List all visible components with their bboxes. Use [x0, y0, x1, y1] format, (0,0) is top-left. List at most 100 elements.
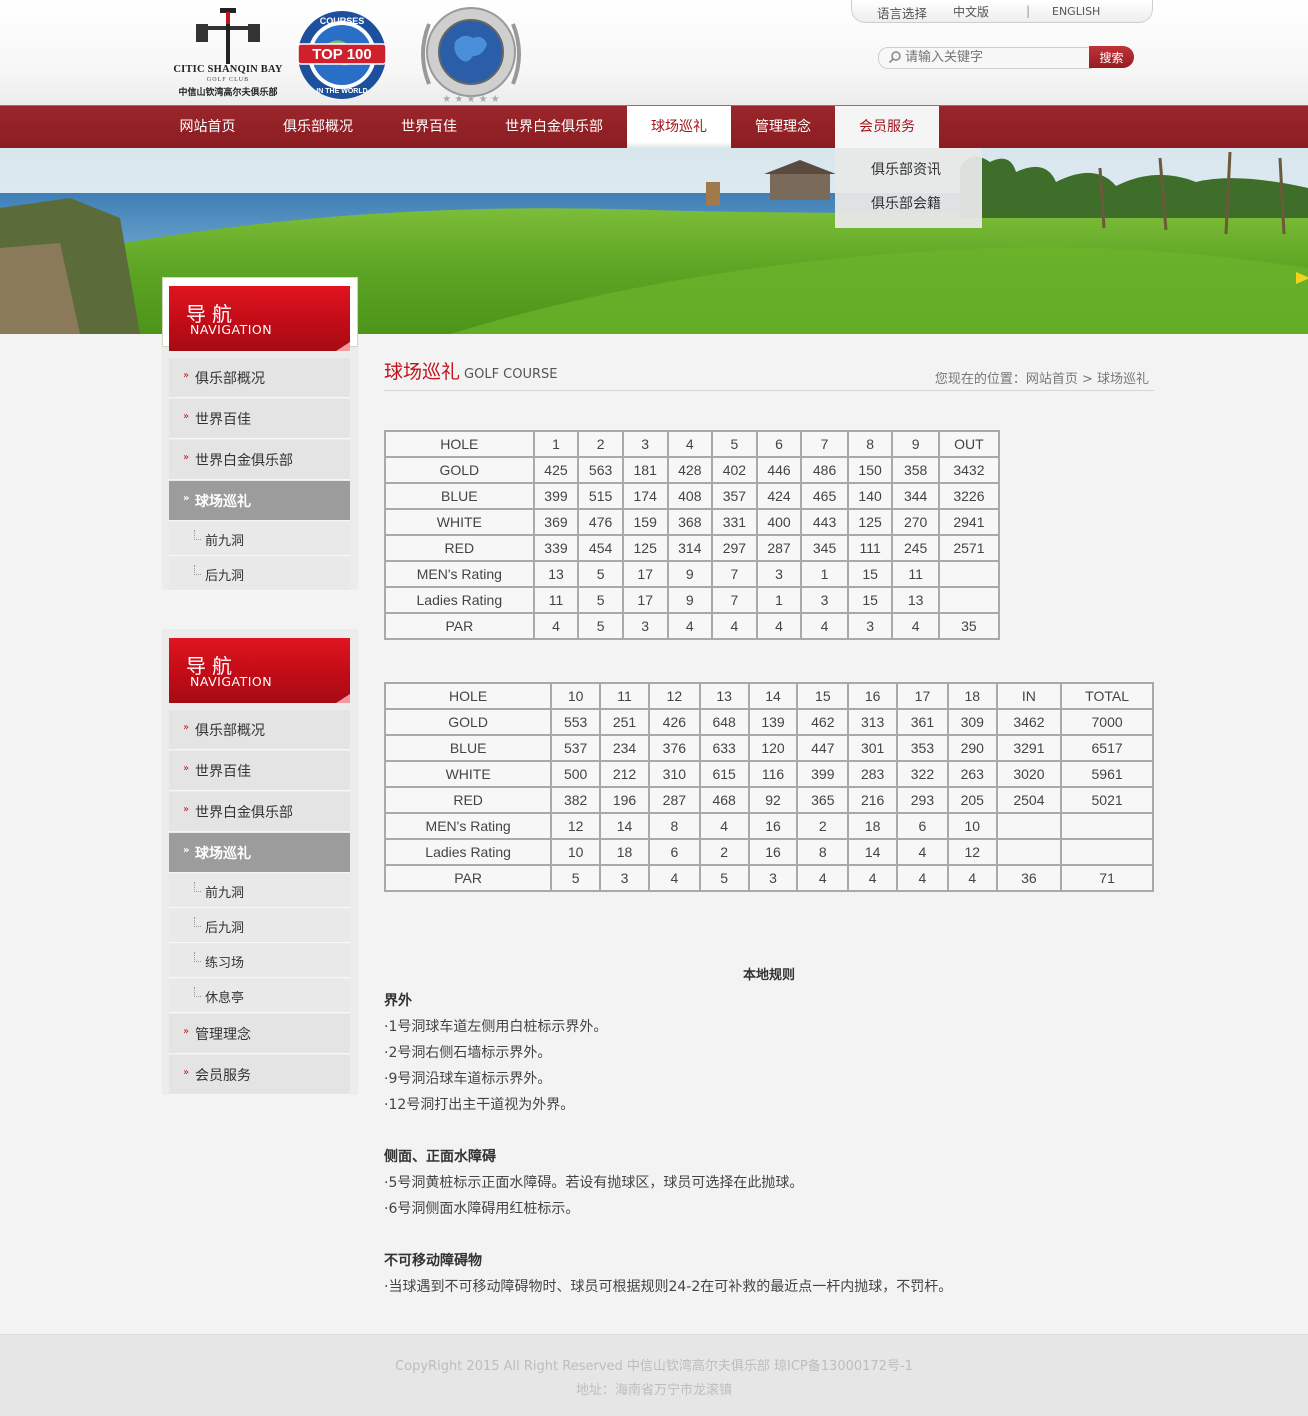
sidebar-item-golf-course[interactable]: » 球场巡礼 — [169, 481, 350, 521]
sidebar-item-platinum-clubs[interactable]: » 世界白金俱乐部 — [169, 440, 350, 480]
scorecard-cell: 16 — [747, 812, 799, 840]
page-title: 球场巡礼 GOLF COURSE — [384, 357, 558, 384]
scorecard-cell: 399 — [532, 482, 580, 510]
scorecard-cell: 648 — [698, 708, 750, 736]
scorecard-cell: 18 — [946, 682, 998, 710]
nav-club-overview[interactable]: 俱乐部概况 — [265, 106, 371, 148]
sidebar-item-club-overview[interactable]: » 俱乐部概况 — [169, 710, 350, 750]
scorecard-cell: TOTAL — [1060, 682, 1154, 710]
dropdown-club-membership[interactable]: 俱乐部会籍 — [871, 193, 941, 213]
scorecard-cell: 125 — [846, 508, 894, 536]
scorecard-cell: 125 — [621, 534, 669, 562]
chevron-right-icon: » — [183, 722, 190, 733]
tree-branch-icon — [194, 917, 201, 927]
scorecard-cell — [1060, 838, 1154, 866]
sidebar-subitem-rest-pavilion[interactable]: 休息亭 — [169, 979, 350, 1013]
sidebar-item-world-top100[interactable]: » 世界百佳 — [169, 751, 350, 791]
scorecard-row-label: Ladies Rating — [383, 838, 553, 866]
member-services-dropdown: 俱乐部资讯 俱乐部会籍 — [835, 148, 982, 228]
scorecard-cell: 4 — [666, 612, 714, 640]
scorecard-cell: 17 — [621, 586, 669, 614]
logo-chinese-name: 中信山钦湾高尔夫俱乐部 — [178, 88, 278, 98]
tree-branch-icon — [194, 987, 201, 997]
sidebar-subitem-back-nine[interactable]: 后九洞 — [169, 909, 350, 943]
scorecard-cell: 5 — [577, 586, 624, 614]
english-version-link[interactable]: ENGLISH — [1052, 5, 1100, 18]
scorecard-cell: 369 — [532, 508, 580, 536]
scorecard-cell: 92 — [747, 786, 799, 814]
site-footer: CopyRight 2015 All Right Reserved 中信山钦湾高… — [0, 1334, 1308, 1416]
scorecard-cell: 443 — [800, 508, 849, 536]
sidebar-item-member-services[interactable]: » 会员服务 — [169, 1055, 350, 1095]
nav-management[interactable]: 管理理念 — [737, 106, 829, 148]
scorecard-cell: 16 — [847, 682, 899, 710]
scorecard-cell: 3226 — [937, 482, 1001, 510]
scorecard-cell: 3020 — [995, 760, 1063, 788]
sidebar-subitem-driving-range[interactable]: 练习场 — [169, 944, 350, 978]
tree-branch-icon — [194, 565, 201, 575]
sidebar-subitem-front-nine[interactable]: 前九洞 — [169, 522, 350, 556]
club-logo[interactable]: CITIC SHANQIN BAY GOLF CLUB 中信山钦湾高尔夫俱乐部 — [168, 6, 288, 98]
scorecard-cell: 234 — [599, 734, 650, 762]
scorecard-cell: 4 — [711, 612, 758, 640]
scorecard-cell: 16 — [747, 838, 799, 866]
scorecard-cell: 446 — [755, 456, 803, 484]
scorecard-cell: 408 — [666, 482, 714, 510]
scorecard-cell: 7000 — [1060, 708, 1154, 736]
scorecard-cell: 3291 — [995, 734, 1063, 762]
sidebar-subtitle: NAVIGATION — [190, 674, 273, 689]
front-nine-scorecard: HOLE 1 2 3 4 5 6 7 8 9 OUT GOLD 425 563 181 428 402 446 48… — [384, 430, 1001, 640]
scorecard-cell: 9 — [666, 560, 714, 588]
nav-home[interactable]: 网站首页 — [160, 106, 255, 148]
scorecard-row: BLUE 537 234 376 633 120 447 301 353 290 3291 6517 — [383, 734, 1154, 762]
scorecard-cell: 447 — [796, 734, 850, 762]
nav-golf-course[interactable]: 球场巡礼 — [627, 106, 731, 148]
scorecard-cell: 18 — [847, 812, 899, 840]
scorecard-cell: 8 — [796, 838, 850, 866]
scorecard-cell: 4 — [796, 864, 850, 892]
chinese-version-link[interactable]: 中文版 — [953, 3, 989, 20]
nav-member-services[interactable]: 会员服务 — [835, 106, 939, 148]
scorecard-cell: 7 — [800, 430, 849, 458]
tree-branch-icon — [194, 952, 201, 962]
scorecard-cell: 476 — [577, 508, 624, 536]
logo-subtitle: GOLF CLUB — [206, 77, 250, 83]
scorecard-cell: 3 — [599, 864, 650, 892]
scorecard-cell: 537 — [550, 734, 602, 762]
scorecard-row-label: HOLE — [384, 430, 535, 458]
scorecard-cell: 116 — [747, 760, 799, 788]
sidebar-item-club-overview[interactable]: » 俱乐部概况 — [169, 358, 350, 398]
search-button[interactable]: 搜索 — [1089, 46, 1134, 68]
dropdown-club-news[interactable]: 俱乐部资讯 — [871, 159, 941, 179]
nav-world-top100[interactable]: 世界百佳 — [381, 106, 477, 148]
sidebar-subitem-front-nine[interactable]: 前九洞 — [169, 874, 350, 908]
scorecard-cell: 5 — [698, 864, 750, 892]
scorecard-cell: 301 — [847, 734, 899, 762]
scorecard-cell: 287 — [647, 786, 701, 814]
search-input[interactable] — [905, 49, 1085, 65]
scorecard-header-row: HOLE 1 2 3 4 5 6 7 8 9 OUT — [384, 430, 1001, 458]
scorecard-cell: 2571 — [937, 534, 1001, 562]
scorecard-cell: 287 — [755, 534, 803, 562]
scorecard-cell: 3 — [621, 612, 669, 640]
svg-text:★ ★ ★ ★ ★: ★ ★ ★ ★ ★ — [442, 94, 500, 105]
scorecard-cell: 4 — [946, 864, 998, 892]
scorecard-cell: 14 — [847, 838, 899, 866]
sidebar-item-management[interactable]: » 管理理念 — [169, 1014, 350, 1054]
nav-platinum-clubs[interactable]: 世界白金俱乐部 — [487, 106, 621, 148]
sidebar-subitem-back-nine[interactable]: 后九洞 — [169, 557, 350, 591]
sidebar-item-golf-course[interactable]: » 球场巡礼 — [169, 833, 350, 873]
sidebar-item-platinum-clubs[interactable]: » 世界白金俱乐部 — [169, 792, 350, 832]
scorecard-cell: 17 — [621, 560, 669, 588]
scorecard-cell: 376 — [647, 734, 701, 762]
scorecard-cell: 344 — [891, 482, 940, 510]
scorecard-row: BLUE 399 515 174 408 357 424 465 140 344 3226 — [384, 482, 1001, 510]
scorecard-cell: 4 — [698, 812, 750, 840]
scorecard-cell: 563 — [577, 456, 624, 484]
club-logo-mark-icon — [196, 8, 260, 64]
scorecard-row: MEN's Rating 13 5 17 9 7 3 1 15 11 — [384, 560, 1001, 588]
rules-line: ·9号洞沿球车道标示界外。 — [384, 1071, 552, 1087]
sidebar-item-world-top100[interactable]: » 世界百佳 — [169, 399, 350, 439]
scorecard-cell: 400 — [755, 508, 803, 536]
page-title-chinese: 球场巡礼 — [384, 361, 461, 383]
